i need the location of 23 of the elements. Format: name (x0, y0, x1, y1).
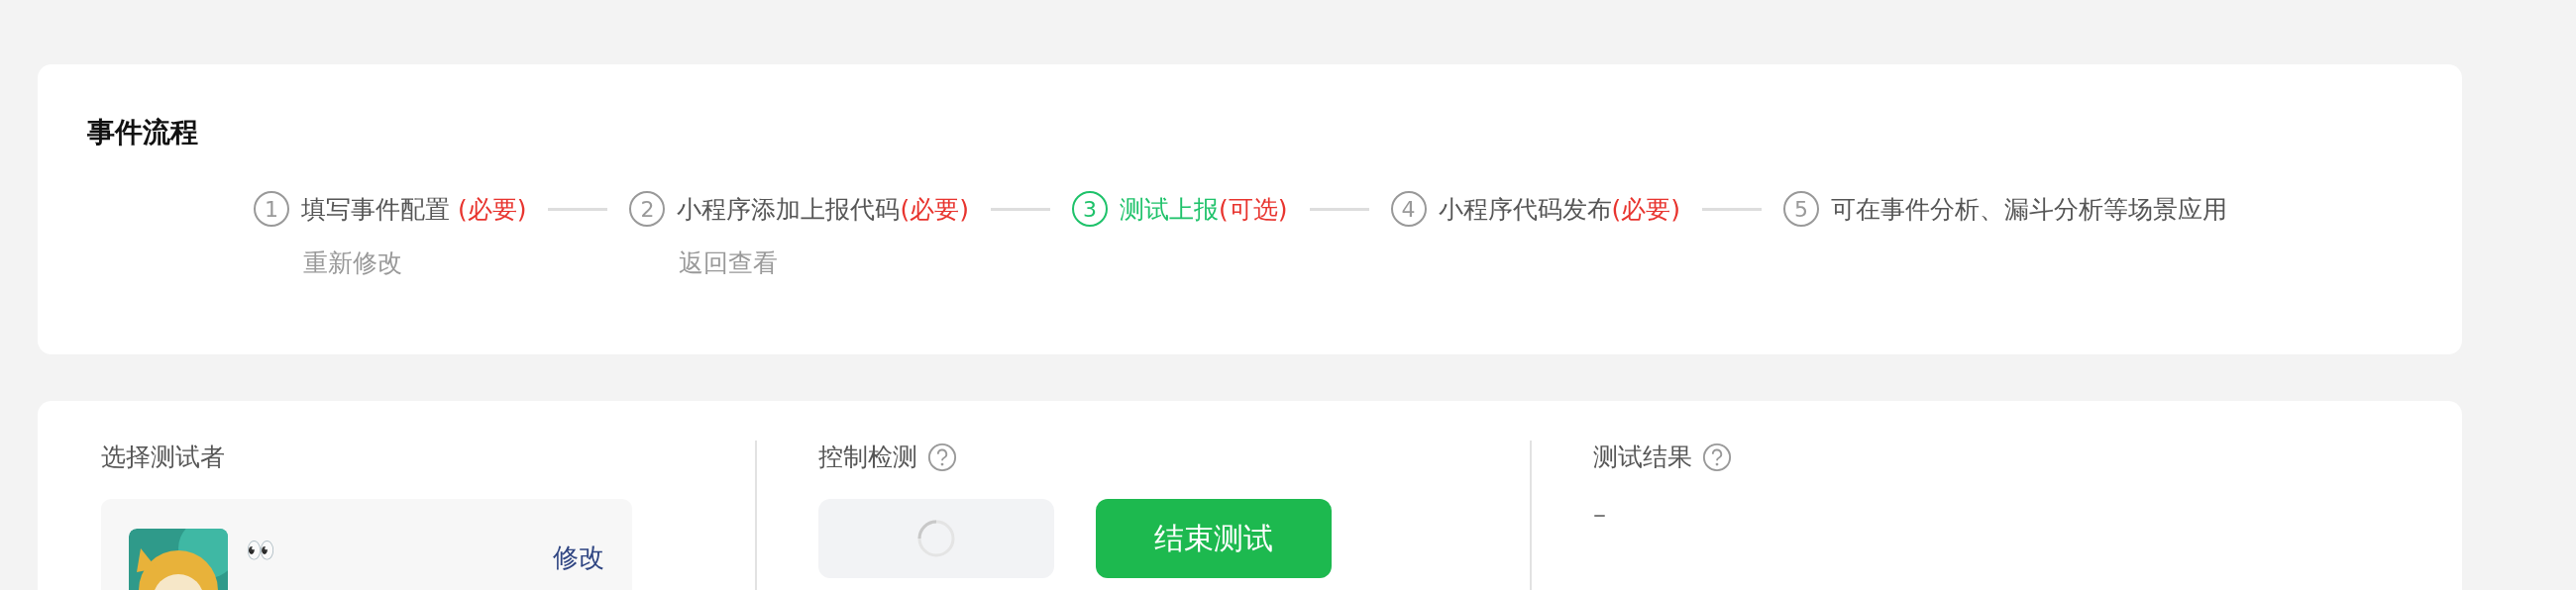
step-label: 测试上报(可选) (1120, 193, 1288, 226)
step-link[interactable]: 重新修改 (303, 246, 402, 279)
result-value: – (1593, 499, 1607, 529)
step-number: 5 (1783, 191, 1819, 227)
tester-name: 👀 (246, 537, 276, 564)
section-title: 控制检测 (818, 442, 917, 473)
step-label: 小程序添加上报代码(必要) (677, 193, 969, 226)
section-title: 选择测试者 (101, 442, 225, 473)
step-number: 4 (1390, 191, 1427, 227)
card-title: 事件流程 (87, 115, 198, 150)
step-label: 可在事件分析、漏斗分析等场景应用 (1831, 193, 2227, 226)
step-number: 2 (629, 191, 666, 227)
end-test-button[interactable]: 结束测试 (1096, 499, 1332, 578)
step-label: 填写事件配置 (必要) (301, 193, 527, 226)
step-number: 1 (254, 191, 289, 227)
step-number: 3 (1072, 191, 1108, 227)
step-label: 小程序代码发布(必要) (1438, 193, 1680, 226)
step-link[interactable]: 返回查看 (679, 246, 779, 279)
section-title: 测试结果 (1593, 442, 1692, 473)
help-icon[interactable] (1702, 442, 1732, 472)
spinner-icon (916, 519, 956, 558)
help-icon[interactable] (927, 442, 957, 472)
edit-link[interactable]: 修改 (553, 541, 604, 575)
